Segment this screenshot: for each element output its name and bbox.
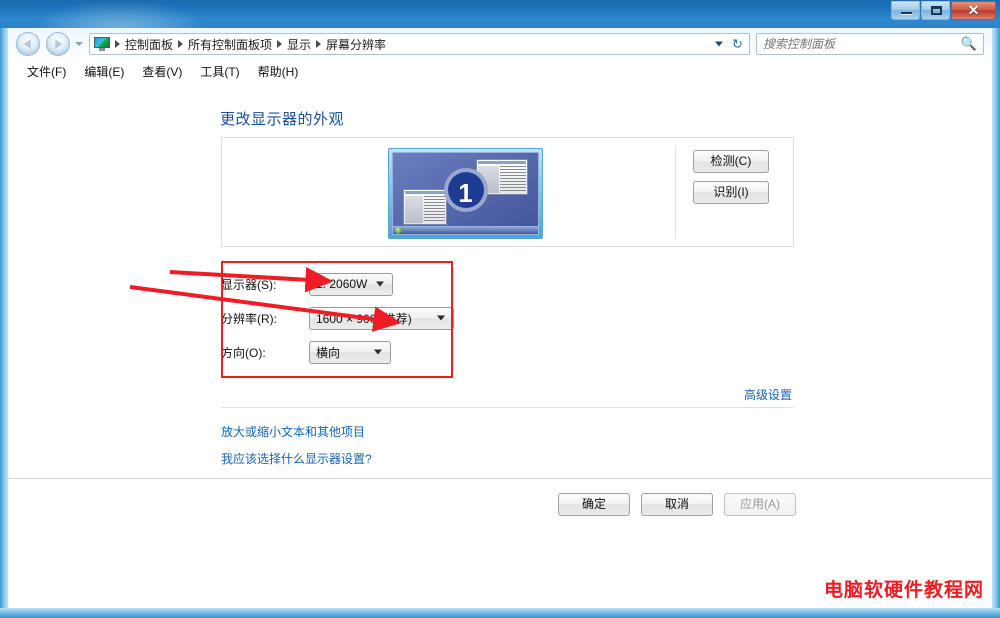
window-border-left	[0, 28, 8, 618]
forward-arrow-icon	[55, 39, 63, 49]
search-box[interactable]: 🔍	[756, 33, 984, 55]
maximize-button[interactable]	[921, 1, 950, 20]
maximize-icon	[931, 6, 942, 15]
refresh-icon[interactable]: ↻	[732, 38, 743, 51]
minimize-icon	[901, 12, 912, 14]
monitor-screen: 1	[392, 152, 539, 235]
chevron-down-icon	[376, 281, 384, 287]
resolution-label: 分辨率(R):	[221, 311, 277, 326]
search-icon: 🔍	[960, 36, 977, 51]
footer-buttons: 确定 取消 应用(A)	[558, 493, 807, 516]
monitor-preview[interactable]: 1	[388, 148, 543, 239]
apply-button: 应用(A)	[724, 493, 796, 516]
resolution-select-value: 1600 × 900 (推荐)	[316, 311, 412, 326]
cancel-button[interactable]: 取消	[641, 493, 713, 516]
preview-taskbar	[393, 226, 538, 234]
title-bar-glow	[30, 0, 210, 28]
orientation-select-value: 横向	[316, 345, 341, 360]
breadcrumb-separator-icon	[178, 40, 184, 48]
window-border-right	[992, 28, 1000, 618]
form-row-orientation: 方向(O): 横向	[221, 335, 641, 369]
form-row-resolution: 分辨率(R): 1600 × 900 (推荐)	[221, 301, 641, 335]
identify-button[interactable]: 识别(I)	[693, 181, 769, 204]
advanced-settings-link[interactable]: 高级设置	[744, 386, 792, 403]
watermark: 电脑软硬件教程网	[817, 573, 990, 604]
breadcrumb-item-0[interactable]: 控制面板	[121, 36, 177, 53]
forward-button[interactable]	[46, 32, 70, 56]
breadcrumb-item-2[interactable]: 显示	[283, 36, 315, 53]
orientation-select[interactable]: 横向	[309, 340, 391, 364]
menu-item-edit[interactable]: 编辑(E)	[75, 61, 133, 82]
orientation-label: 方向(O):	[221, 345, 266, 360]
breadcrumb-chevron-down-icon[interactable]	[715, 41, 723, 47]
breadcrumb-separator-icon	[115, 40, 120, 48]
preview-panel-divider	[675, 146, 676, 239]
title-bar: ✕	[0, 0, 1000, 28]
breadcrumb-item-1[interactable]: 所有控制面板项	[184, 36, 276, 53]
monitor-number-label: 1	[443, 168, 488, 213]
chevron-down-icon	[374, 349, 382, 355]
detect-button[interactable]: 检测(C)	[693, 150, 769, 173]
footer-divider	[8, 478, 992, 479]
menu-item-view[interactable]: 查看(V)	[133, 61, 191, 82]
screenshot-root: ✕ 控制面板 所有控制面板项 显示 屏幕分辨率 ↻ 搜索控制面板 🔍 文件(F)…	[0, 0, 1000, 618]
menu-item-help[interactable]: 帮助(H)	[249, 61, 308, 82]
monitor-select[interactable]: 1. 2060W	[309, 272, 393, 296]
which-settings-link[interactable]: 我应该选择什么显示器设置?	[221, 450, 372, 467]
start-orb-icon	[395, 227, 402, 234]
menu-item-file[interactable]: 文件(F)	[18, 61, 75, 82]
minimize-button[interactable]	[891, 1, 920, 20]
resolution-select[interactable]: 1600 × 900 (推荐)	[309, 306, 454, 330]
client-area: 更改显示器的外观 1 检测(C) 识别(I) 显示器(S): 1. 2060W …	[8, 82, 992, 608]
form-row-monitor: 显示器(S): 1. 2060W	[221, 267, 641, 301]
monitor-label: 显示器(S):	[221, 277, 277, 292]
control-panel-icon	[94, 37, 110, 51]
page-title: 更改显示器的外观	[220, 111, 345, 128]
back-button[interactable]	[16, 32, 40, 56]
menu-bar: 文件(F) 编辑(E) 查看(V) 工具(T) 帮助(H)	[8, 60, 992, 83]
back-arrow-icon	[23, 39, 31, 49]
display-settings-form: 显示器(S): 1. 2060W 分辨率(R): 1600 × 900 (推荐)…	[221, 267, 641, 369]
window-controls: ✕	[890, 1, 996, 21]
monitor-select-value: 1. 2060W	[316, 277, 368, 291]
content-divider	[221, 407, 794, 408]
close-button[interactable]: ✕	[951, 1, 996, 20]
menu-item-tools[interactable]: 工具(T)	[191, 61, 248, 82]
close-icon: ✕	[967, 2, 980, 18]
search-input[interactable]	[757, 37, 961, 51]
chevron-down-icon	[437, 315, 445, 321]
breadcrumb-item-3[interactable]: 屏幕分辨率	[322, 36, 390, 53]
desktop-window-thumbnail	[403, 189, 447, 226]
recent-pages-chevron-down-icon[interactable]	[75, 42, 83, 46]
ok-button[interactable]: 确定	[558, 493, 630, 516]
window-border-bottom	[0, 608, 1000, 618]
display-preview-panel: 1 检测(C) 识别(I)	[221, 137, 794, 247]
address-bar: 控制面板 所有控制面板项 显示 屏幕分辨率 ↻ 🔍	[8, 28, 992, 60]
scale-text-link[interactable]: 放大或缩小文本和其他项目	[221, 423, 365, 440]
breadcrumb[interactable]: 控制面板 所有控制面板项 显示 屏幕分辨率 ↻	[89, 33, 750, 55]
breadcrumb-separator-icon	[316, 40, 322, 48]
breadcrumb-separator-icon	[277, 40, 283, 48]
